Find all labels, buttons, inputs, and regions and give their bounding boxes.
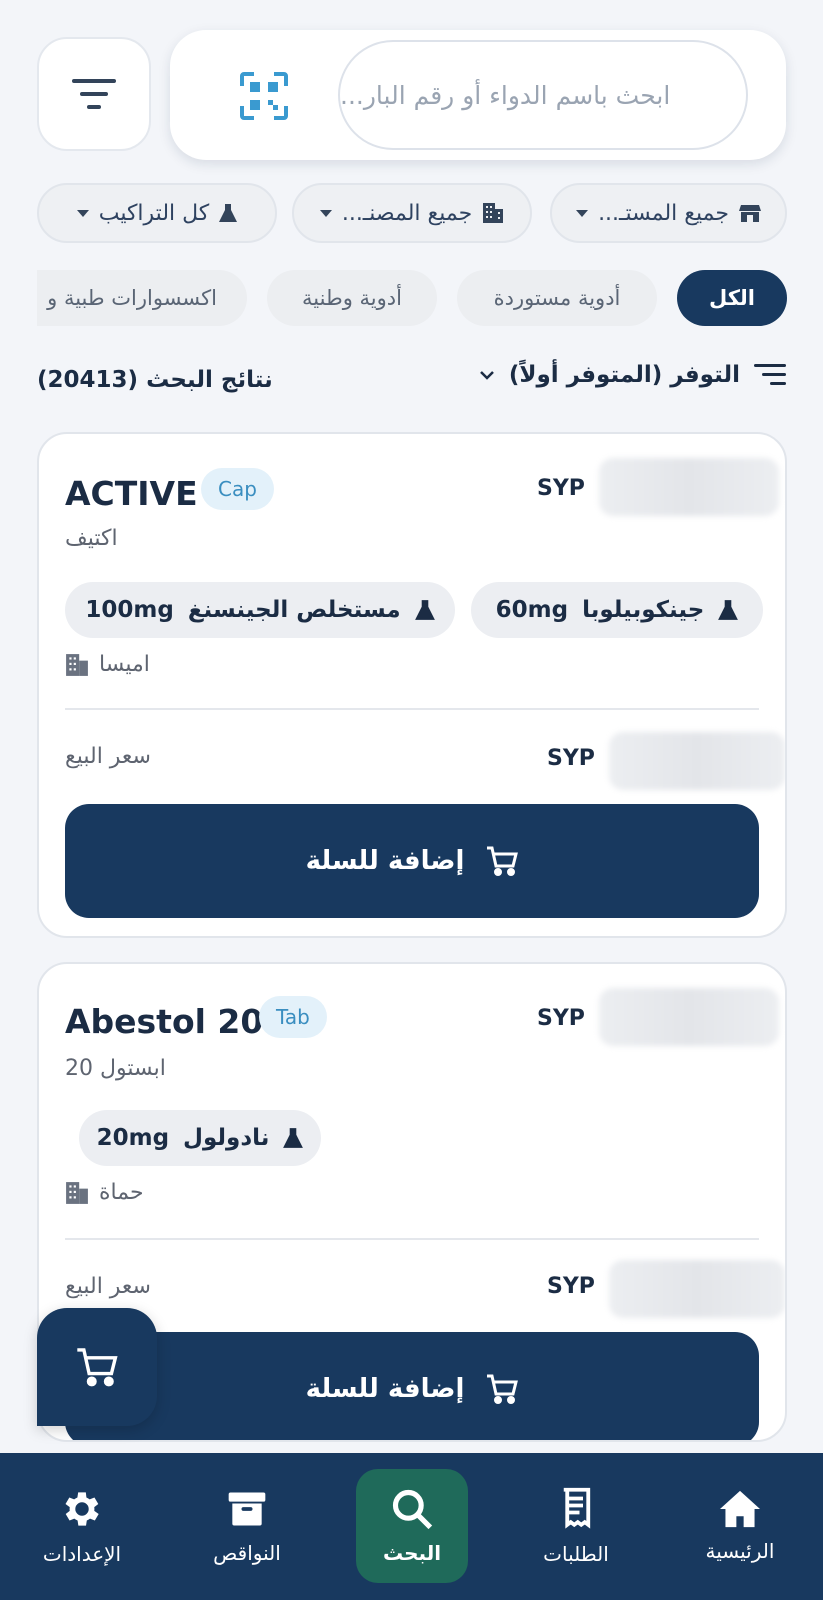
tab-imported[interactable]: أدوية مستوردة bbox=[457, 270, 657, 326]
bottom-nav: الإعدادات النواقص البحث الطلبات الرئيسية bbox=[0, 1453, 823, 1600]
cart-icon bbox=[487, 1374, 519, 1404]
sale-price-currency: SYP bbox=[547, 1274, 595, 1299]
building-icon bbox=[66, 1181, 88, 1204]
nav-settings[interactable]: الإعدادات bbox=[26, 1469, 138, 1583]
search-bar: ابحث باسم الدواء أو رقم البار... bbox=[170, 30, 786, 160]
price-currency: SYP bbox=[537, 1006, 585, 1031]
cart-icon bbox=[77, 1348, 118, 1387]
building-icon bbox=[483, 203, 504, 223]
home-icon bbox=[720, 1490, 760, 1528]
ingredient-chip: مستخلص الجينسنغ 100mg bbox=[65, 582, 455, 638]
flask-icon bbox=[718, 600, 739, 620]
manufacturer-dropdown[interactable]: جميع المصنـ... bbox=[292, 183, 532, 243]
nav-home[interactable]: الرئيسية bbox=[684, 1469, 796, 1583]
archive-box-icon bbox=[228, 1492, 266, 1526]
floating-cart-button[interactable] bbox=[37, 1308, 157, 1426]
product-name-ar: اكتيف bbox=[65, 526, 118, 551]
warehouse-dropdown[interactable]: جميع المستـ... bbox=[550, 183, 787, 243]
price-value-blurred bbox=[599, 988, 779, 1046]
manufacturer: حماة bbox=[65, 1180, 144, 1205]
gear-icon bbox=[65, 1492, 99, 1526]
product-name: ACTIVE bbox=[65, 474, 198, 513]
price-currency: SYP bbox=[537, 476, 585, 501]
nav-search[interactable]: البحث bbox=[356, 1469, 468, 1583]
composition-dropdown[interactable]: كل التراكيب bbox=[37, 183, 277, 243]
add-to-cart-button[interactable]: إضافة للسلة bbox=[65, 804, 759, 918]
form-badge: Tab bbox=[259, 996, 327, 1038]
manufacturer: اميسا bbox=[65, 652, 150, 677]
sale-price-blurred bbox=[609, 1260, 785, 1318]
filter-button[interactable] bbox=[37, 37, 151, 151]
warehouse-dropdown-label: جميع المستـ... bbox=[598, 200, 729, 226]
product-card[interactable]: ACTIVE Cap اكتيف SYP جينكوبيلوبا 60mg مس… bbox=[37, 432, 787, 938]
nav-shortages[interactable]: النواقص bbox=[191, 1469, 303, 1583]
price-value-blurred bbox=[599, 458, 779, 516]
tab-all[interactable]: الكل bbox=[677, 270, 787, 326]
add-to-cart-button[interactable]: إضافة للسلة bbox=[65, 1332, 759, 1440]
qr-scan-icon[interactable] bbox=[240, 72, 288, 120]
nav-orders[interactable]: الطلبات bbox=[520, 1469, 632, 1583]
receipt-icon bbox=[563, 1487, 591, 1529]
sale-price-currency: SYP bbox=[547, 746, 595, 771]
flask-icon bbox=[414, 600, 435, 620]
form-badge: Cap bbox=[201, 468, 274, 510]
search-placeholder: ابحث باسم الدواء أو رقم البار... bbox=[340, 80, 671, 110]
sale-price-label: سعر البيع bbox=[65, 1274, 151, 1299]
search-icon bbox=[392, 1489, 433, 1530]
cart-icon bbox=[487, 846, 519, 876]
category-tabs: الكل أدوية مستوردة أدوية وطنية اكسسوارات… bbox=[37, 268, 787, 330]
chevron-down-icon bbox=[576, 209, 589, 217]
chevron-down-icon bbox=[479, 371, 494, 380]
sort-label: التوفر (المتوفر أولاً) bbox=[508, 362, 740, 388]
sale-price-blurred bbox=[609, 732, 785, 790]
ingredient-chip: نادولول 20mg bbox=[79, 1110, 321, 1166]
chevron-down-icon bbox=[76, 209, 89, 217]
manufacturer-dropdown-label: جميع المصنـ... bbox=[341, 200, 473, 226]
flask-icon bbox=[219, 204, 238, 222]
sort-lines-icon bbox=[754, 364, 786, 385]
sale-price-label: سعر البيع bbox=[65, 744, 151, 769]
results-count: نتائج البحث (20413) bbox=[37, 367, 273, 393]
tab-accessories[interactable]: اكسسوارات طبية و bbox=[37, 270, 247, 326]
filter-lines-icon bbox=[72, 79, 116, 109]
sort-dropdown[interactable]: التوفر (المتوفر أولاً) bbox=[479, 362, 786, 388]
flask-icon bbox=[283, 1128, 304, 1148]
store-icon bbox=[738, 205, 761, 222]
composition-dropdown-label: كل التراكيب bbox=[98, 200, 210, 226]
ingredient-chip: جينكوبيلوبا 60mg bbox=[471, 582, 763, 638]
building-icon bbox=[66, 653, 88, 676]
product-name-ar: ابستول 20 bbox=[65, 1056, 166, 1081]
product-name: Abestol 20 bbox=[65, 1002, 264, 1041]
search-input[interactable]: ابحث باسم الدواء أو رقم البار... bbox=[338, 40, 748, 150]
divider bbox=[65, 1238, 759, 1240]
tab-local[interactable]: أدوية وطنية bbox=[267, 270, 437, 326]
divider bbox=[65, 708, 759, 710]
chevron-down-icon bbox=[319, 209, 332, 217]
